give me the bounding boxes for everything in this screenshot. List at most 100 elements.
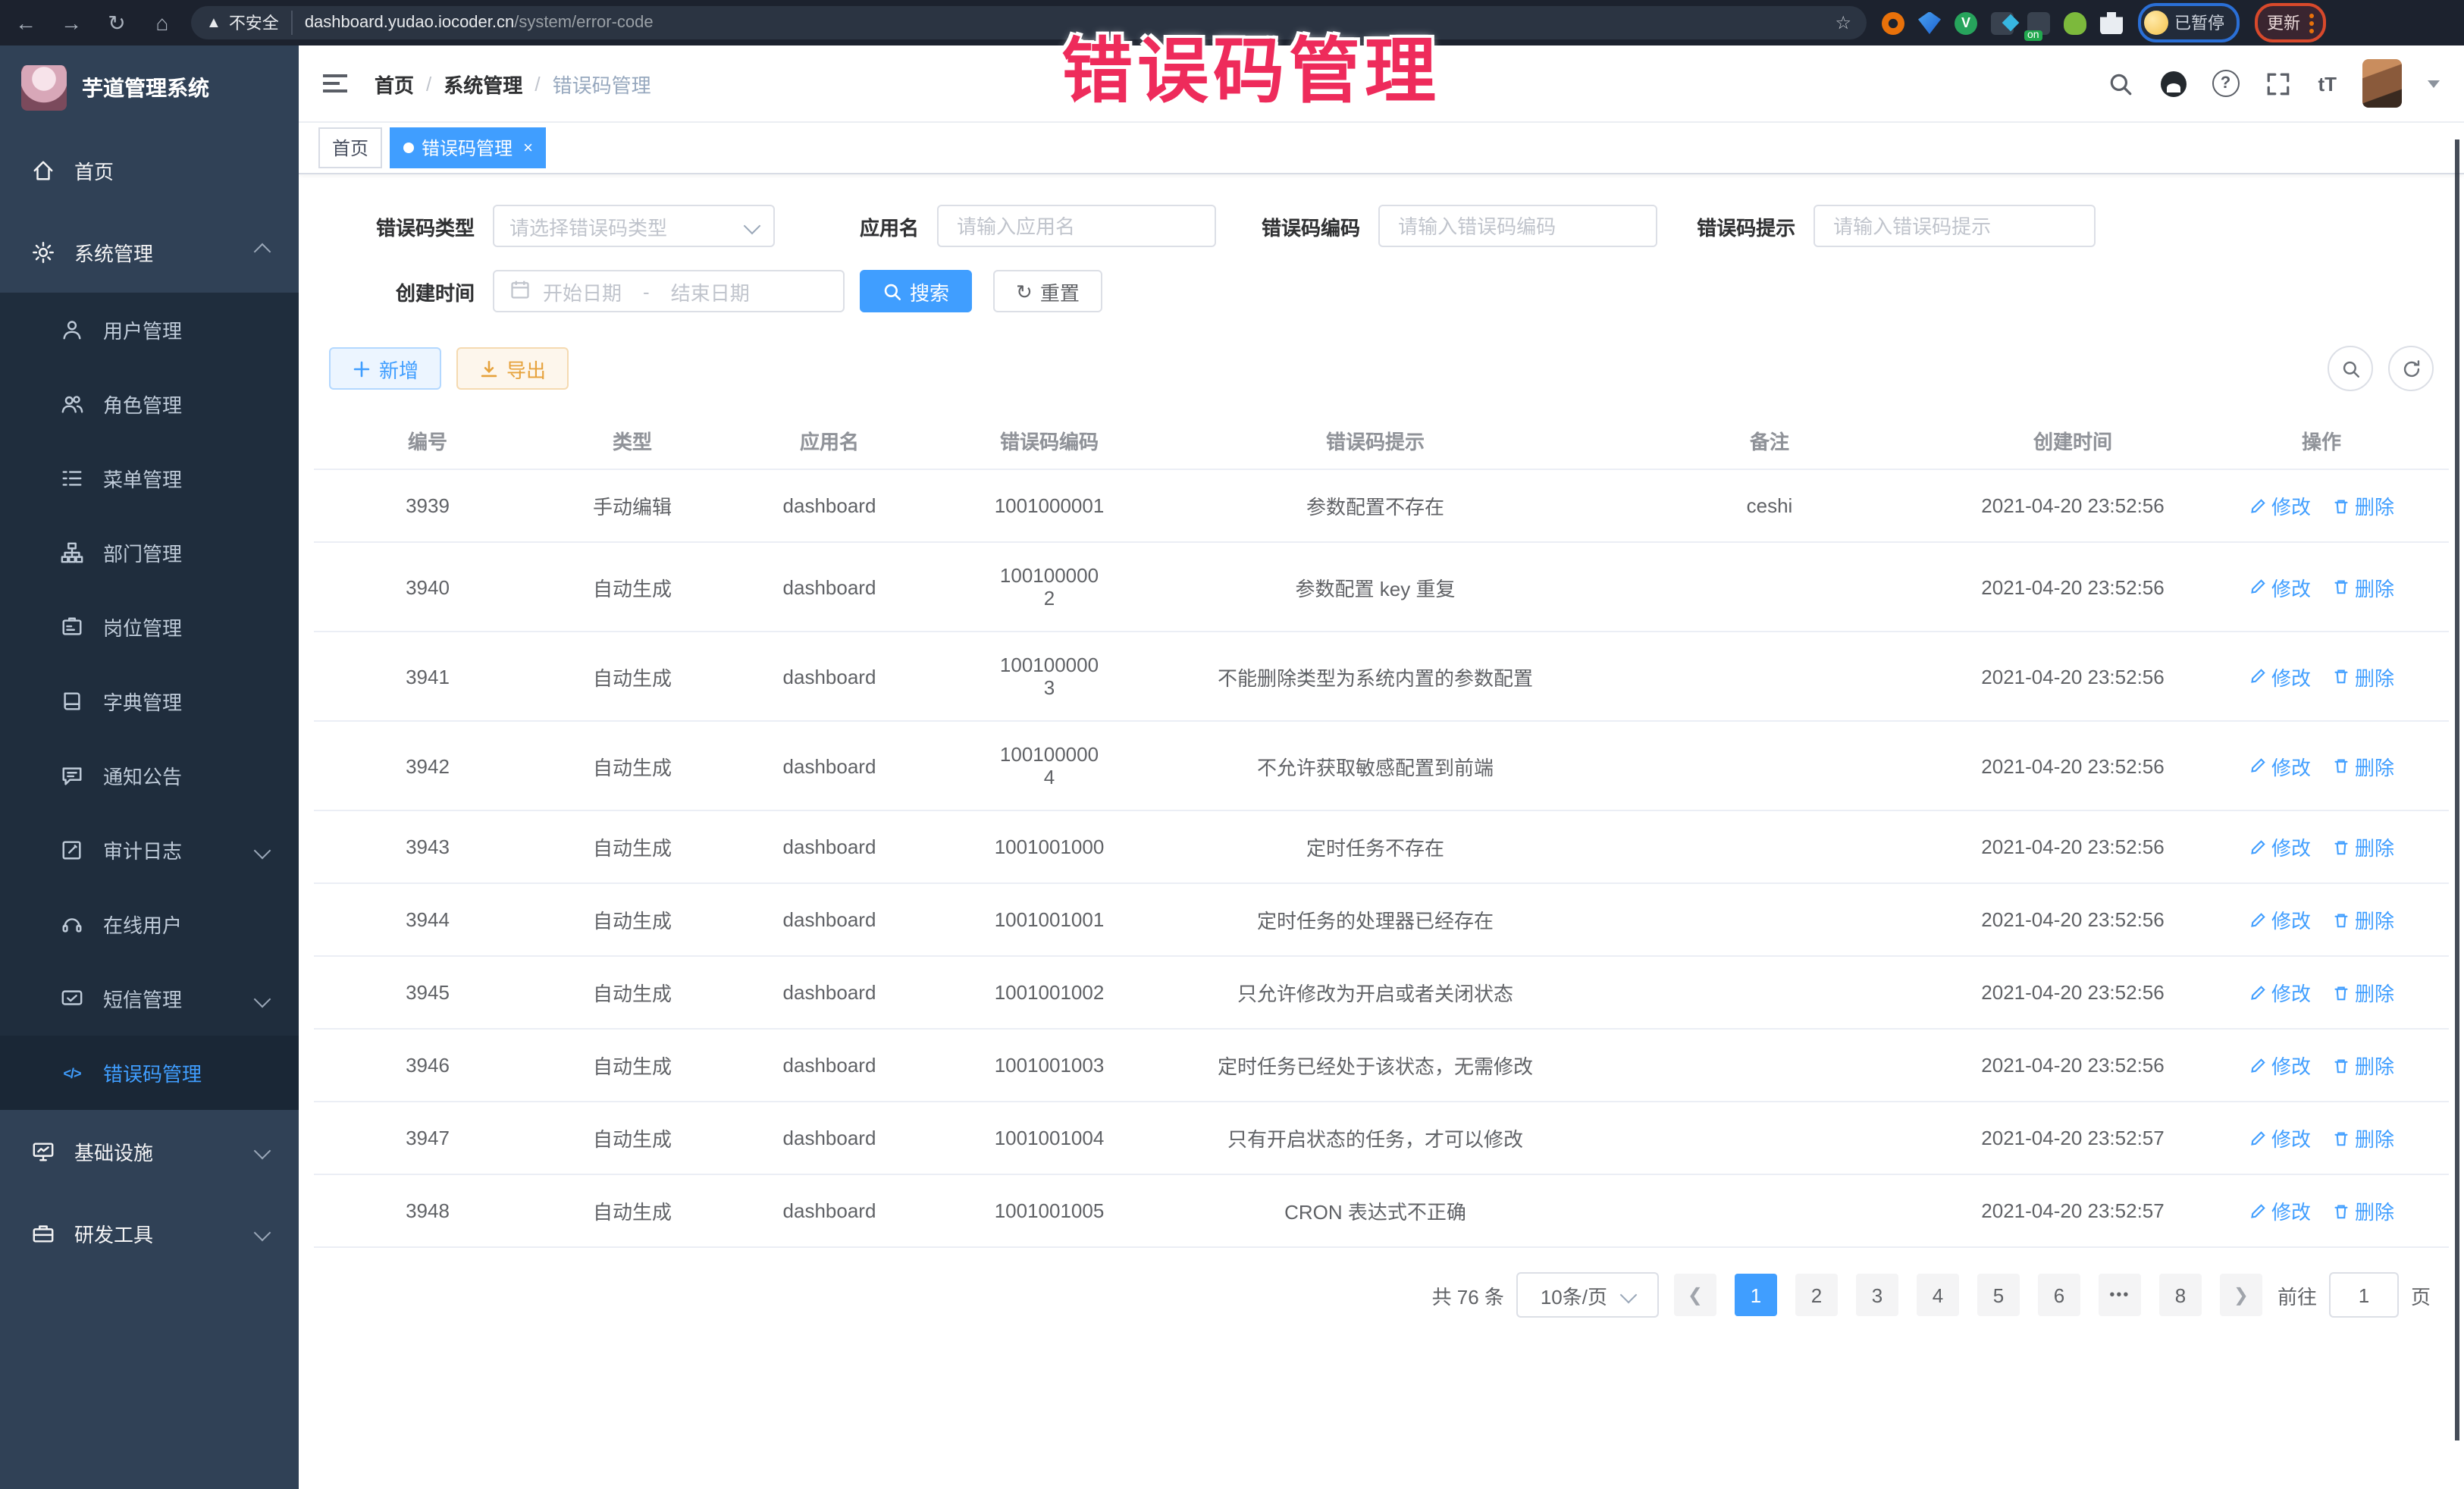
page-button-8[interactable]: 8 <box>2159 1274 2202 1316</box>
sidebar-item-role-management[interactable]: 角色管理 <box>0 367 299 441</box>
browser-update-button[interactable]: 更新 <box>2255 3 2326 42</box>
sidebar-item-notice[interactable]: 通知公告 <box>0 738 299 813</box>
user-avatar[interactable] <box>2362 59 2402 108</box>
back-icon[interactable]: ← <box>6 6 45 39</box>
app-name-input[interactable] <box>954 213 1199 239</box>
error-type-select[interactable]: 请选择错误码类型 <box>493 205 775 247</box>
export-button[interactable]: 导出 <box>456 347 569 390</box>
sidebar-item-dict-management[interactable]: 字典管理 <box>0 664 299 738</box>
sidebar-item-sms-management[interactable]: 短信管理 <box>0 961 299 1036</box>
sidebar-item-online-users[interactable]: 在线用户 <box>0 887 299 961</box>
goto-page-input[interactable] <box>2329 1272 2399 1318</box>
sidebar-item-dev-tools[interactable]: 研发工具 <box>0 1192 299 1274</box>
page-button-1[interactable]: 1 <box>1735 1274 1777 1316</box>
bookmark-star-icon[interactable]: ☆ <box>1835 12 1851 33</box>
delete-link[interactable]: 删除 <box>2332 832 2394 861</box>
page-button-3[interactable]: 3 <box>1856 1274 1898 1316</box>
delete-link[interactable]: 删除 <box>2332 905 2394 934</box>
edit-link[interactable]: 修改 <box>2249 662 2311 691</box>
start-date-placeholder[interactable]: 开始日期 <box>543 277 622 306</box>
error-code-field[interactable] <box>1378 205 1657 247</box>
font-size-icon[interactable]: tT <box>2318 72 2337 95</box>
forward-icon[interactable]: → <box>52 6 91 39</box>
security-label: 不安全 <box>229 11 293 35</box>
error-hint-label: 错误码提示 <box>1697 212 1795 240</box>
table-row: 3947自动生成dashboard1001001004只有开启状态的任务，才可以… <box>314 1102 2449 1174</box>
delete-link[interactable]: 删除 <box>2332 751 2394 780</box>
end-date-placeholder[interactable]: 结束日期 <box>671 277 750 306</box>
edit-link[interactable]: 修改 <box>2249 491 2311 520</box>
sidebar-item-menu-management[interactable]: 菜单管理 <box>0 441 299 516</box>
delete-link[interactable]: 删除 <box>2332 662 2394 691</box>
reset-button[interactable]: ↻ 重置 <box>993 270 1102 312</box>
tab-home[interactable]: 首页 <box>318 127 382 168</box>
edit-link[interactable]: 修改 <box>2249 978 2311 1007</box>
error-hint-input[interactable] <box>1830 213 2079 239</box>
next-page-button[interactable]: ❯ <box>2220 1274 2262 1316</box>
fullscreen-icon[interactable] <box>2265 70 2292 97</box>
toggle-search-button[interactable] <box>2328 346 2373 391</box>
github-icon[interactable] <box>2160 71 2186 96</box>
tab-error-code-management[interactable]: 错误码管理 × <box>390 127 547 168</box>
delete-link[interactable]: 删除 <box>2332 1124 2394 1152</box>
edit-link[interactable]: 修改 <box>2249 905 2311 934</box>
browser-menu-icon[interactable] <box>2309 13 2314 33</box>
delete-link[interactable]: 删除 <box>2332 1051 2394 1080</box>
caret-down-icon[interactable] <box>2428 80 2440 87</box>
table-row: 3939手动编辑dashboard1001000001参数配置不存在ceshi2… <box>314 469 2449 542</box>
more-pages-button[interactable]: ••• <box>2099 1274 2141 1316</box>
extension-icon[interactable] <box>1918 11 1941 34</box>
edit-link[interactable]: 修改 <box>2249 1051 2311 1080</box>
edit-link[interactable]: 修改 <box>2249 751 2311 780</box>
table-row: 3945自动生成dashboard1001001002只允许修改为开启或者关闭状… <box>314 956 2449 1029</box>
code-icon: </> <box>61 1061 83 1084</box>
home-icon[interactable]: ⌂ <box>143 6 182 39</box>
sidebar-item-audit-log[interactable]: 审计日志 <box>0 813 299 887</box>
refresh-table-button[interactable] <box>2388 346 2434 391</box>
sidebar-item-dept-management[interactable]: 部门管理 <box>0 516 299 590</box>
delete-link[interactable]: 删除 <box>2332 572 2394 601</box>
prev-page-button[interactable]: ❮ <box>1674 1274 1716 1316</box>
profile-paused-badge[interactable]: 已暂停 <box>2138 3 2240 42</box>
sidebar-item-infrastructure[interactable]: 基础设施 <box>0 1110 299 1192</box>
app-logo-row[interactable]: 芋道管理系统 <box>0 45 299 129</box>
sidebar-item-home[interactable]: 首页 <box>0 129 299 211</box>
add-button[interactable]: 新增 <box>329 347 441 390</box>
close-tab-icon[interactable]: × <box>523 139 533 157</box>
scrollbar[interactable] <box>2455 139 2459 1440</box>
extensions-puzzle-icon[interactable] <box>2100 11 2123 34</box>
sidebar-item-post-management[interactable]: 岗位管理 <box>0 590 299 664</box>
extension-icon[interactable] <box>2064 11 2086 34</box>
sidebar-item-user-management[interactable]: 用户管理 <box>0 293 299 367</box>
breadcrumb-system[interactable]: 系统管理 <box>444 69 522 98</box>
page-size-select[interactable]: 10条/页 <box>1516 1272 1659 1318</box>
search-button[interactable]: 搜索 <box>860 270 972 312</box>
extension-icon[interactable] <box>1882 11 1904 34</box>
edit-link[interactable]: 修改 <box>2249 572 2311 601</box>
reload-icon[interactable]: ↻ <box>97 6 136 39</box>
delete-link[interactable]: 删除 <box>2332 978 2394 1007</box>
delete-link[interactable]: 删除 <box>2332 491 2394 520</box>
error-hint-field[interactable] <box>1814 205 2096 247</box>
delete-link[interactable]: 删除 <box>2332 1196 2394 1225</box>
sidebar-item-error-code-management[interactable]: </> 错误码管理 <box>0 1036 299 1110</box>
date-range-picker[interactable]: 开始日期 - 结束日期 <box>493 270 845 312</box>
page-button-4[interactable]: 4 <box>1917 1274 1959 1316</box>
extension-icon[interactable]: V <box>1955 11 1977 34</box>
edit-link[interactable]: 修改 <box>2249 1196 2311 1225</box>
error-code-input[interactable] <box>1395 213 1641 239</box>
app-name-field[interactable] <box>937 205 1216 247</box>
search-icon[interactable] <box>2107 70 2134 97</box>
help-icon[interactable]: ? <box>2212 70 2239 97</box>
page-button-5[interactable]: 5 <box>1977 1274 2020 1316</box>
edit-link[interactable]: 修改 <box>2249 1124 2311 1152</box>
sidebar-item-system-management[interactable]: 系统管理 <box>0 211 299 293</box>
edit-link[interactable]: 修改 <box>2249 832 2311 861</box>
breadcrumb-home[interactable]: 首页 <box>375 69 414 98</box>
address-bar[interactable]: ▲ 不安全 dashboard.yudao.iocoder.cn /system… <box>191 6 1867 39</box>
extension-icon[interactable] <box>2027 11 2050 34</box>
page-button-6[interactable]: 6 <box>2038 1274 2080 1316</box>
page-button-2[interactable]: 2 <box>1795 1274 1838 1316</box>
sidebar-toggle-icon[interactable] <box>323 74 347 92</box>
extension-icon[interactable] <box>1991 11 2014 34</box>
